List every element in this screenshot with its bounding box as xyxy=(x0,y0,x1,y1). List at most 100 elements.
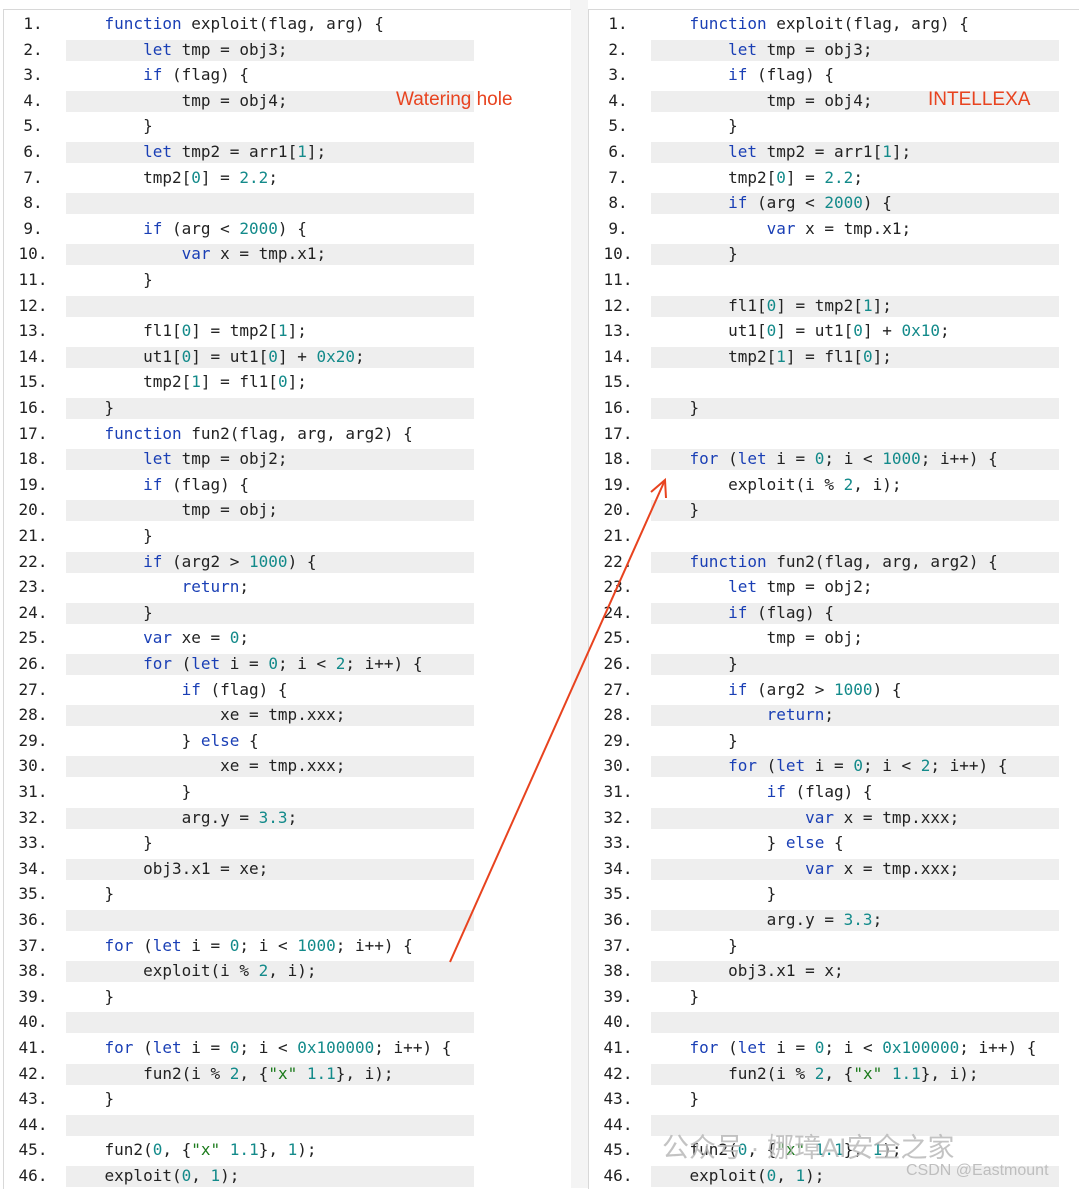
code-line: if (flag) { xyxy=(143,474,250,494)
line-number: 36. xyxy=(18,910,48,929)
line-number: 33. xyxy=(18,833,48,853)
line-number: 30. xyxy=(18,756,48,776)
line-number: 24. xyxy=(603,602,633,622)
code-line: } xyxy=(651,986,700,1006)
code-line: ut1[0] = ut1[0] + 0x20; xyxy=(66,346,365,366)
code-line: } xyxy=(66,116,153,136)
code-line: fl1[0] = tmp2[1]; xyxy=(651,295,892,315)
watering-hole-annotation: Watering hole xyxy=(396,89,513,110)
code-line: var x = tmp.xxx; xyxy=(805,807,960,827)
code-line: } xyxy=(66,884,115,904)
line-number: 37. xyxy=(603,935,633,955)
code-line: if (flag) { xyxy=(181,679,288,699)
line-number: 7. xyxy=(608,167,628,187)
line-number: 9. xyxy=(23,218,43,238)
line-number: 21. xyxy=(18,526,48,545)
line-number: 32. xyxy=(18,807,48,827)
line-number: 12. xyxy=(603,295,633,315)
line-number: 43. xyxy=(18,1089,48,1109)
line-number: 10. xyxy=(603,244,633,264)
code-line: if (flag) { xyxy=(728,65,835,85)
code-line: tmp = obj; xyxy=(651,628,863,648)
code-line: } xyxy=(651,244,738,264)
code-line: } xyxy=(66,986,115,1006)
code-line: for (let i = 0; i < 0x100000; i++) { xyxy=(689,1038,1037,1057)
line-number: 28. xyxy=(18,705,48,725)
line-number: 9. xyxy=(608,218,628,238)
code-line: exploit(i % 2, i); xyxy=(651,474,902,494)
line-number: 26. xyxy=(603,654,633,673)
code-line: let tmp = obj3; xyxy=(143,39,288,59)
line-number: 18. xyxy=(18,449,48,469)
code-line: for (let i = 0; i < 2; i++) { xyxy=(728,756,1008,776)
line-number: 3. xyxy=(23,65,43,85)
code-line: } xyxy=(651,398,700,417)
line-number: 19. xyxy=(603,474,633,494)
code-line: } else { xyxy=(651,833,844,853)
line-number: 2. xyxy=(23,39,43,59)
code-line: exploit(0, 1); xyxy=(66,1166,240,1185)
line-number: 35. xyxy=(603,884,633,904)
line-number: 31. xyxy=(603,782,633,801)
code-line: } xyxy=(651,500,700,520)
line-number: 17. xyxy=(18,423,48,443)
line-number: 36. xyxy=(603,910,633,929)
line-number: 18. xyxy=(603,449,633,469)
line-number: 45. xyxy=(603,1140,633,1160)
left-code-panel: 1. function exploit(flag, arg) {2. let t… xyxy=(3,9,571,1189)
code-line: ut1[0] = ut1[0] + 0x10; xyxy=(651,321,950,341)
code-line: let tmp2 = arr1[1]; xyxy=(143,142,327,161)
line-stripe xyxy=(651,1012,1059,1034)
code-line: exploit(i % 2, i); xyxy=(66,961,317,981)
code-line: let tmp = obj2; xyxy=(143,449,288,469)
code-line: for (let i = 0; i < 2; i++) { xyxy=(143,654,423,673)
line-number: 22. xyxy=(18,551,48,571)
line-number: 6. xyxy=(608,142,628,161)
line-number: 38. xyxy=(603,961,633,981)
line-number: 23. xyxy=(18,577,48,597)
code-line: } xyxy=(651,884,777,904)
code-line: } xyxy=(651,935,738,955)
line-number: 29. xyxy=(603,730,633,750)
code-line: fl1[0] = tmp2[1]; xyxy=(66,321,307,341)
line-number: 5. xyxy=(608,116,628,136)
code-line: tmp2[1] = fl1[0]; xyxy=(66,372,307,392)
code-line: for (let i = 0; i < 1000; i++) { xyxy=(689,449,998,469)
line-number: 17. xyxy=(603,423,633,443)
code-line: tmp = obj; xyxy=(66,500,278,520)
code-line: var xe = 0; xyxy=(143,628,250,648)
code-line: obj3.x1 = xe; xyxy=(66,858,269,878)
line-number: 43. xyxy=(603,1089,633,1109)
code-line: } xyxy=(66,833,153,853)
line-number: 23. xyxy=(603,577,633,597)
line-stripe xyxy=(66,398,474,419)
line-number: 1. xyxy=(608,14,628,33)
code-line: var x = tmp.x1; xyxy=(181,244,327,264)
line-number: 34. xyxy=(18,858,48,878)
line-number: 20. xyxy=(18,500,48,520)
code-line: exploit(0, 1); xyxy=(651,1166,825,1185)
line-number: 15. xyxy=(18,372,48,392)
line-number: 13. xyxy=(18,321,48,341)
code-line: if (arg2 > 1000) { xyxy=(143,551,317,571)
code-line: xe = tmp.xxx; xyxy=(66,756,346,776)
line-number: 19. xyxy=(18,474,48,494)
line-number: 41. xyxy=(603,1038,633,1057)
line-number: 31. xyxy=(18,782,48,801)
code-line: xe = tmp.xxx; xyxy=(66,705,346,725)
line-number: 25. xyxy=(603,628,633,648)
code-line: } xyxy=(651,730,738,750)
code-line: } xyxy=(66,782,192,801)
code-line: if (flag) { xyxy=(143,65,250,85)
line-number: 44. xyxy=(603,1114,633,1134)
code-line: } xyxy=(66,1089,115,1109)
code-line: if (arg < 2000) { xyxy=(728,193,892,213)
line-number: 24. xyxy=(18,602,48,622)
code-line: } xyxy=(651,1089,700,1109)
code-line: var x = tmp.xxx; xyxy=(805,858,960,878)
code-line: } xyxy=(66,270,153,289)
right-code-panel: 1. function exploit(flag, arg) {2. let t… xyxy=(588,9,1079,1189)
line-stripe xyxy=(66,1114,474,1136)
code-line: tmp = obj4; xyxy=(651,90,873,110)
code-line: function exploit(flag, arg) { xyxy=(689,14,969,33)
